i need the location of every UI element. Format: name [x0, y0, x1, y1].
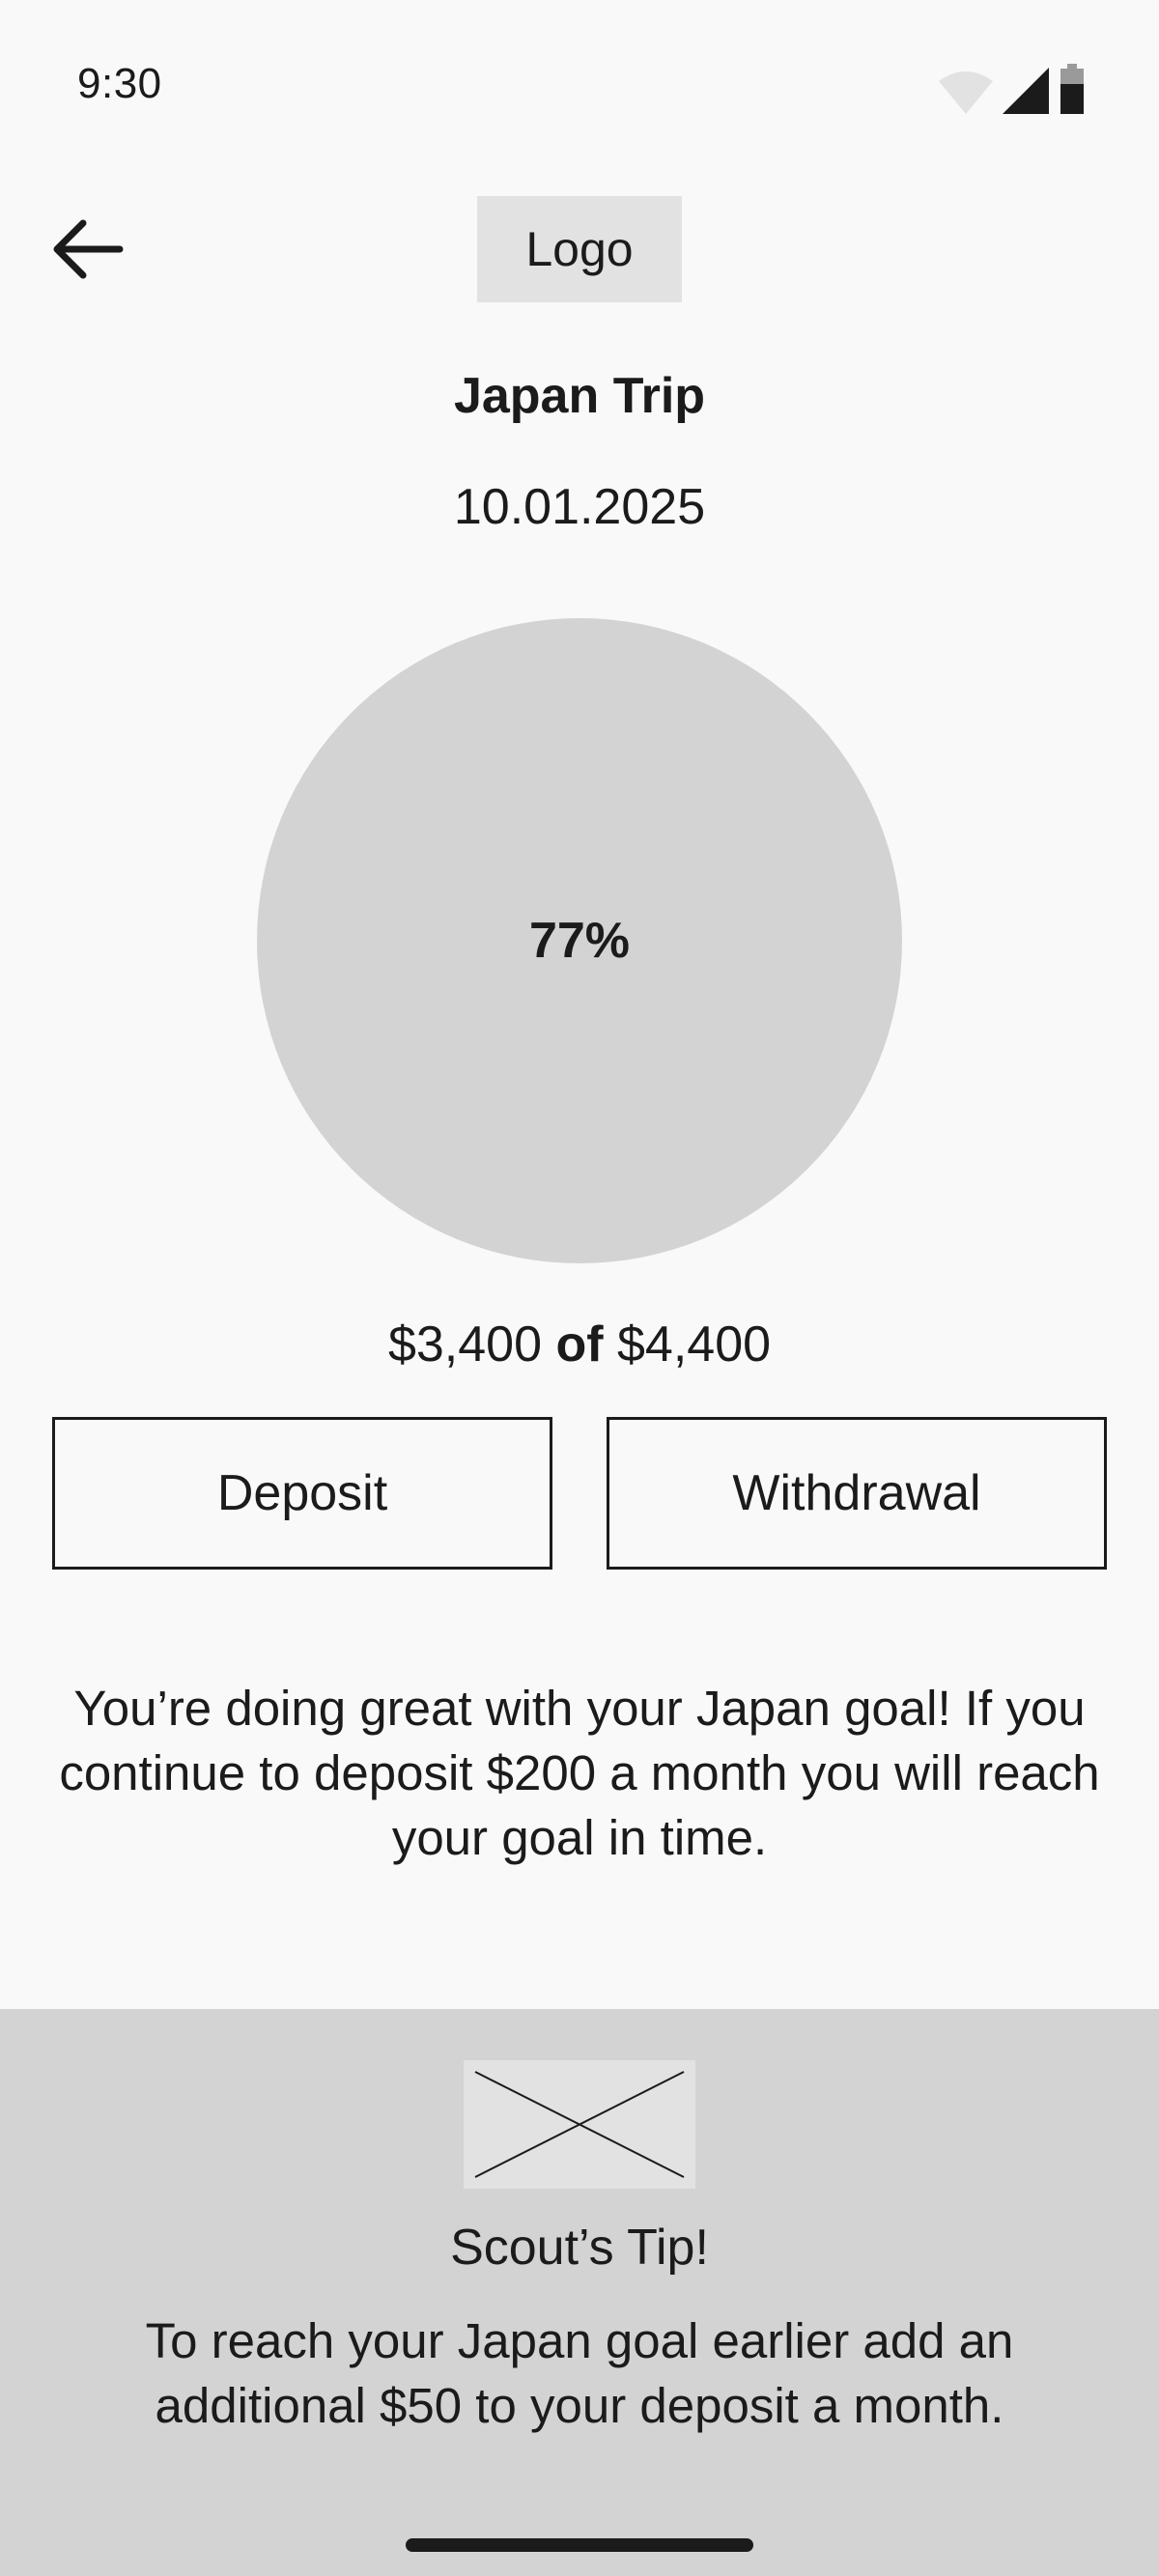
status-bar: 9:30 — [0, 0, 1159, 164]
amount-summary: $3,400 of $4,400 — [0, 1316, 1159, 1373]
amount-target: $4,400 — [617, 1316, 772, 1373]
image-placeholder-icon — [464, 2060, 695, 2189]
amount-of-label: of — [555, 1316, 604, 1373]
arrow-left-icon — [48, 215, 126, 288]
encouragement-message: You’re doing great with your Japan goal!… — [59, 1681, 1100, 1865]
progress-percentage: 77% — [528, 913, 631, 969]
battery-icon — [1059, 64, 1086, 114]
wifi-icon — [939, 70, 993, 114]
cellular-signal-icon — [1003, 68, 1049, 114]
goal-detail-screen: 9:30 Logo Japan Trip 10.01.2025 77% $3,4… — [0, 0, 1159, 2576]
withdrawal-button[interactable]: Withdrawal — [607, 1417, 1107, 1570]
goal-title: Japan Trip — [453, 368, 706, 424]
logo: Logo — [477, 196, 682, 302]
tip-panel: Scout’s Tip! To reach your Japan goal ea… — [0, 2009, 1159, 2576]
goal-date: 10.01.2025 — [453, 479, 706, 535]
status-time: 9:30 — [77, 60, 162, 107]
home-indicator[interactable] — [406, 2538, 753, 2552]
amount-saved: $3,400 — [387, 1316, 542, 1373]
tip-title: Scout’s Tip! — [450, 2220, 709, 2276]
deposit-button[interactable]: Deposit — [52, 1417, 552, 1570]
tip-text: To reach your Japan goal earlier add an … — [145, 2313, 1014, 2433]
progress-circle: 77% — [257, 618, 902, 1263]
status-icons — [939, 64, 1086, 114]
back-button[interactable] — [39, 203, 135, 299]
